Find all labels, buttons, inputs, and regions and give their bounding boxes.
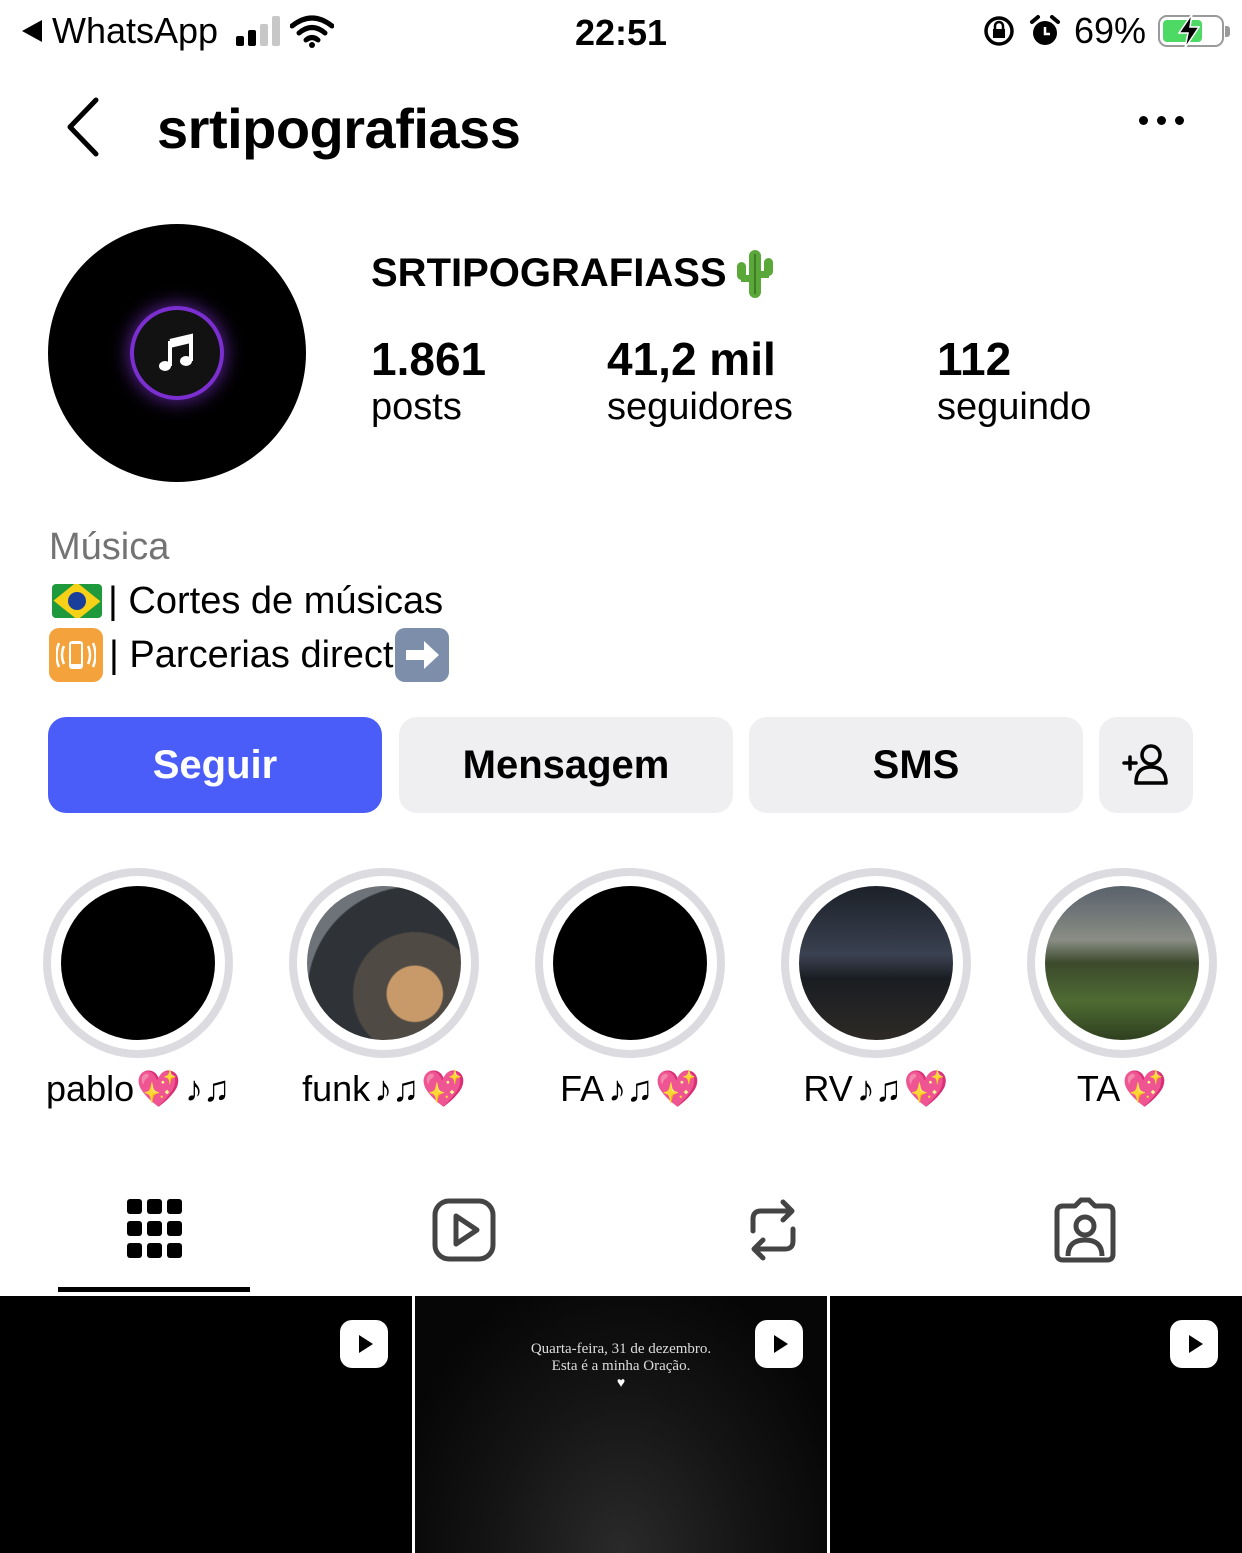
add-person-icon (1122, 744, 1168, 785)
highlight-label: TA (1076, 1068, 1121, 1109)
more-options-icon[interactable] (1139, 116, 1184, 125)
right-arrow-icon (395, 628, 450, 682)
posts-count: 1.861 (371, 333, 487, 385)
sparkling-heart-icon: 💖 (903, 1068, 949, 1109)
highlight-cover (61, 886, 215, 1040)
video-play-icon (755, 1320, 803, 1368)
highlight-item[interactable]: pablo 💖 ♪♫ (43, 868, 233, 1110)
music-notes-icon: ♪♫ (608, 1068, 654, 1109)
video-play-icon (340, 1320, 388, 1368)
message-button[interactable]: Mensagem (399, 717, 733, 813)
page-title: srtipografiass (157, 97, 521, 160)
bio-line-text: | Parcerias direct (109, 634, 394, 676)
tab-reposts[interactable] (733, 1190, 813, 1270)
highlight-item[interactable]: funk ♪♫ 💖 (289, 868, 479, 1110)
brazil-flag-icon (52, 584, 102, 618)
following-count: 112 (937, 333, 1012, 385)
battery-icon (1158, 13, 1230, 49)
followers-label: seguidores (607, 386, 793, 428)
reels-icon (432, 1198, 496, 1262)
highlight-cover (1045, 886, 1199, 1040)
highlight-label: FA (560, 1068, 605, 1109)
charging-bolt-icon (1177, 13, 1201, 49)
heart-icon: ♥ (616, 1376, 626, 1391)
highlight-item[interactable]: TA 💖 (1027, 868, 1217, 1110)
profile-header: srtipografiass (0, 80, 1242, 180)
highlight-item[interactable]: FA ♪♫ 💖 (535, 868, 725, 1110)
post-thumbnail[interactable] (0, 1296, 412, 1553)
status-bar: WhatsApp 22:51 69% (0, 0, 1242, 64)
music-notes-icon: ♪♫ (374, 1068, 420, 1109)
tab-tagged[interactable] (1045, 1190, 1125, 1270)
highlight-label: pablo (46, 1068, 135, 1109)
highlight-cover (553, 886, 707, 1040)
tagged-icon (1054, 1197, 1116, 1263)
sparkling-heart-icon: 💖 (421, 1068, 466, 1109)
highlight-label: RV (803, 1068, 853, 1109)
music-notes-icon: ♪♫ (184, 1068, 230, 1109)
highlight-item[interactable]: RV ♪♫ 💖 (781, 868, 971, 1110)
alarm-icon (1029, 15, 1060, 45)
music-note-icon (134, 310, 220, 396)
reposts-icon (750, 1199, 796, 1261)
bio-line-text: | Cortes de músicas (108, 580, 444, 622)
display-name-text: SRTIPOGRAFIASS (371, 250, 727, 295)
stat-posts[interactable]: 1.861 posts (371, 332, 486, 429)
back-chevron-icon[interactable] (58, 94, 108, 160)
follow-button[interactable]: Seguir (48, 717, 382, 813)
highlight-label: funk (302, 1068, 371, 1109)
followers-count: 41,2 mil (607, 333, 776, 385)
bio: Música | Cortes de músicas | Parcerias d… (49, 520, 450, 682)
tab-grid[interactable] (115, 1190, 195, 1270)
video-play-icon (1170, 1320, 1218, 1368)
posts-label: posts (371, 386, 462, 428)
avatar[interactable] (48, 224, 306, 482)
bio-line: | Parcerias direct (49, 628, 450, 682)
sms-button[interactable]: SMS (749, 717, 1083, 813)
battery-percent: 69% (1073, 10, 1146, 51)
active-tab-indicator (58, 1287, 250, 1292)
display-name: SRTIPOGRAFIASS (371, 246, 777, 300)
category-label: Música (49, 526, 170, 568)
sparkling-heart-icon: 💖 (655, 1068, 700, 1109)
suggested-users-button[interactable] (1099, 717, 1193, 813)
tab-reels[interactable] (424, 1190, 504, 1270)
sparkling-heart-icon: 💖 (136, 1068, 181, 1109)
stat-followers[interactable]: 41,2 mil seguidores (607, 332, 793, 429)
rotation-lock-icon (984, 16, 1014, 46)
bio-line: | Cortes de músicas (49, 574, 449, 628)
stat-following[interactable]: 112 seguindo (937, 332, 1091, 429)
following-label: seguindo (937, 386, 1092, 428)
music-notes-icon: ♪♫ (856, 1068, 902, 1109)
highlight-cover (307, 886, 461, 1040)
sparkling-heart-icon: 💖 (1122, 1068, 1168, 1109)
post-thumbnail[interactable]: Quarta-feira, 31 de dezembro. Esta é a m… (415, 1296, 827, 1553)
grid-icon (127, 1199, 182, 1258)
highlight-cover (799, 886, 953, 1040)
vibration-mode-icon (49, 628, 103, 682)
cactus-icon (736, 250, 773, 298)
post-thumbnail[interactable] (830, 1296, 1242, 1553)
